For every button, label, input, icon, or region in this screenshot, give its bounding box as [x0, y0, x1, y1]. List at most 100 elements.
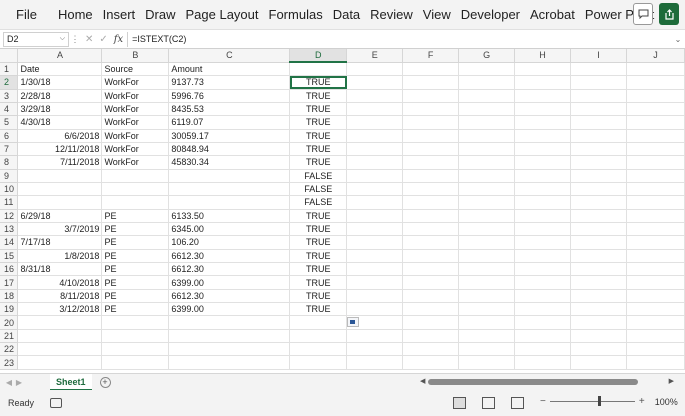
cell-j17[interactable]: [626, 275, 685, 290]
cell-d2[interactable]: TRUE: [289, 75, 348, 90]
cell-f20[interactable]: [402, 315, 460, 330]
cell-e22[interactable]: [346, 342, 404, 357]
cell-c13[interactable]: 6345.00: [168, 222, 291, 237]
cell-a18[interactable]: 8/11/2018: [17, 289, 103, 304]
cell-b11[interactable]: [101, 195, 170, 210]
cell-j23[interactable]: [626, 355, 685, 370]
cell-c7[interactable]: 80848.94: [168, 142, 291, 157]
cell-b17[interactable]: PE: [101, 275, 170, 290]
cell-c12[interactable]: 6133.50: [168, 209, 291, 223]
cell-g22[interactable]: [458, 342, 516, 357]
cell-h9[interactable]: [514, 169, 572, 183]
cell-c4[interactable]: 8435.53: [168, 102, 291, 117]
cell-i7[interactable]: [570, 142, 627, 157]
cell-g17[interactable]: [458, 275, 516, 290]
cell-h6[interactable]: [514, 129, 572, 143]
cell-j11[interactable]: [626, 195, 685, 210]
cell-d1[interactable]: [289, 62, 348, 77]
scroll-right-icon[interactable]: ▶: [669, 377, 674, 385]
cell-j3[interactable]: [626, 89, 685, 103]
name-box[interactable]: D2 ⌵: [3, 31, 69, 47]
column-header-b[interactable]: B: [101, 49, 170, 63]
cell-i5[interactable]: [570, 115, 627, 130]
column-header-e[interactable]: E: [346, 49, 404, 63]
cancel-icon[interactable]: ✕: [85, 34, 93, 45]
comment-icon[interactable]: [633, 3, 653, 25]
cell-e19[interactable]: [346, 302, 404, 317]
add-sheet-icon[interactable]: +: [99, 376, 111, 388]
cell-e5[interactable]: [346, 115, 404, 130]
cell-f3[interactable]: [402, 89, 460, 103]
cell-j13[interactable]: [626, 222, 685, 237]
menu-page-layout[interactable]: Page Layout: [181, 0, 264, 29]
cell-h2[interactable]: [514, 75, 572, 90]
cell-i4[interactable]: [570, 102, 627, 117]
cell-b8[interactable]: WorkFor: [101, 155, 170, 170]
row-header[interactable]: 2: [0, 75, 19, 90]
cell-g3[interactable]: [458, 89, 516, 103]
cell-g10[interactable]: [458, 182, 516, 197]
cell-b6[interactable]: WorkFor: [101, 129, 170, 143]
cell-j14[interactable]: [626, 235, 685, 250]
worksheet-grid[interactable]: ABCDEFGHIJ 1 Date Source Amount 2 1/30/18 Work…: [0, 49, 685, 373]
cell-h11[interactable]: [514, 195, 572, 210]
cell-j2[interactable]: [626, 75, 685, 90]
cell-e4[interactable]: [346, 102, 404, 117]
menu-draw[interactable]: Draw: [140, 0, 180, 29]
row-header[interactable]: 4: [0, 102, 19, 117]
next-sheet-icon[interactable]: ▶: [14, 378, 24, 387]
cell-h20[interactable]: [514, 315, 572, 330]
cell-j22[interactable]: [626, 342, 685, 357]
cell-d6[interactable]: TRUE: [289, 129, 348, 143]
cell-a21[interactable]: [17, 329, 103, 344]
cell-d5[interactable]: TRUE: [289, 115, 348, 130]
cell-d11[interactable]: FALSE: [289, 195, 348, 210]
cell-d23[interactable]: [289, 355, 348, 370]
cell-c21[interactable]: [168, 329, 291, 344]
cell-f9[interactable]: [402, 169, 460, 183]
row-header[interactable]: 22: [0, 342, 19, 357]
cell-d19[interactable]: TRUE: [289, 302, 348, 317]
zoom-out-icon[interactable]: −: [540, 396, 546, 407]
cell-h13[interactable]: [514, 222, 572, 237]
row-header[interactable]: 11: [0, 195, 19, 210]
cell-i6[interactable]: [570, 129, 627, 143]
row-header[interactable]: 9: [0, 169, 19, 183]
cell-h4[interactable]: [514, 102, 572, 117]
cell-a23[interactable]: [17, 355, 103, 370]
cell-j19[interactable]: [626, 302, 685, 317]
row-header[interactable]: 16: [0, 262, 19, 277]
column-header-h[interactable]: H: [514, 49, 572, 63]
cell-e16[interactable]: [346, 262, 404, 277]
cell-d21[interactable]: [289, 329, 348, 344]
column-header-g[interactable]: G: [458, 49, 516, 63]
cell-i13[interactable]: [570, 222, 627, 237]
menu-insert[interactable]: Insert: [98, 0, 141, 29]
cell-a8[interactable]: 7/11/2018: [17, 155, 103, 170]
cell-f14[interactable]: [402, 235, 460, 250]
row-header[interactable]: 3: [0, 89, 19, 103]
cell-g4[interactable]: [458, 102, 516, 117]
cell-i2[interactable]: [570, 75, 627, 90]
cell-h5[interactable]: [514, 115, 572, 130]
cell-g16[interactable]: [458, 262, 516, 277]
zoom-in-icon[interactable]: +: [639, 396, 645, 407]
cell-b23[interactable]: [101, 355, 170, 370]
cell-c19[interactable]: 6399.00: [168, 302, 291, 317]
cell-f6[interactable]: [402, 129, 460, 143]
insert-function-icon[interactable]: fx: [114, 34, 123, 45]
page-break-view-icon[interactable]: [511, 397, 524, 409]
cell-b9[interactable]: [101, 169, 170, 183]
cell-h23[interactable]: [514, 355, 572, 370]
cell-d13[interactable]: TRUE: [289, 222, 348, 237]
cell-i21[interactable]: [570, 329, 627, 344]
row-header[interactable]: 13: [0, 222, 19, 237]
cell-b20[interactable]: [101, 315, 170, 330]
cell-c15[interactable]: 6612.30: [168, 249, 291, 264]
paste-options-icon[interactable]: [347, 317, 359, 327]
column-header-d[interactable]: D: [289, 49, 348, 64]
cell-g13[interactable]: [458, 222, 516, 237]
page-layout-view-icon[interactable]: [482, 397, 495, 409]
cell-c10[interactable]: [168, 182, 291, 197]
cell-f4[interactable]: [402, 102, 460, 117]
